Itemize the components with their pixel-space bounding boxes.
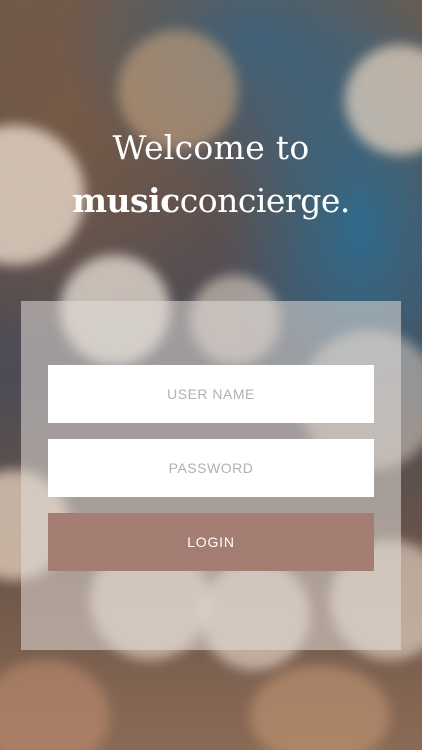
login-button[interactable]: LOGIN <box>48 513 374 571</box>
bokeh-light <box>250 665 390 750</box>
brand-logo-bold: music <box>72 181 180 220</box>
bokeh-light <box>0 660 110 750</box>
password-input[interactable] <box>48 439 374 497</box>
brand-logo-light: concierge. <box>179 181 351 220</box>
login-panel: LOGIN <box>21 301 401 650</box>
welcome-heading: Welcome to <box>112 128 310 167</box>
username-input[interactable] <box>48 365 374 423</box>
brand-logo: musicconcierge. <box>0 181 422 220</box>
